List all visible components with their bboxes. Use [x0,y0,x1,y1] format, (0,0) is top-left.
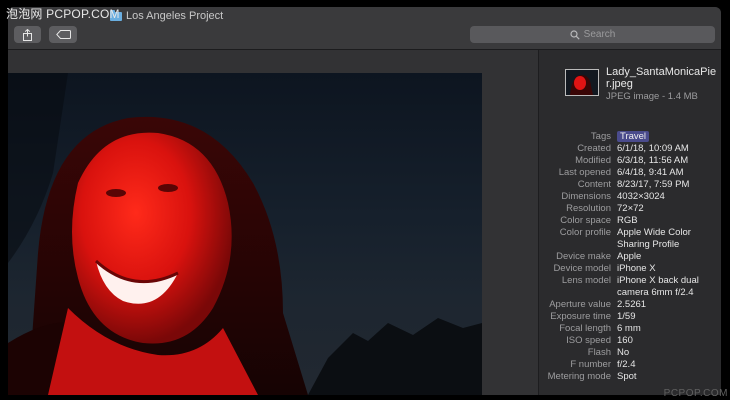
info-row-last-opened: Last opened 6/4/18, 9:41 AM [539,167,721,179]
info-label: Content [577,179,611,190]
info-row-color-profile: Color profile Apple Wide Color Sharing P… [539,227,721,251]
info-row-exposure-time: Exposure time 1/59 [539,311,721,323]
info-label: Focal length [559,323,611,334]
info-value: 4032×3024 [617,191,665,202]
info-label: Lens model [561,275,611,286]
info-value: 6 mm [617,323,641,334]
metadata-list: Tags Travel Created 6/1/18, 10:09 AM Mod… [539,131,721,383]
info-label: F number [570,359,611,370]
info-row-dimensions: Dimensions 4032×3024 [539,191,721,203]
info-row-modified: Modified 6/3/18, 11:56 AM [539,155,721,167]
screen: 泡泡网 PCPOP.COM Los Angeles Project Search… [0,0,730,400]
window-title-label: Los Angeles Project [126,10,224,22]
info-label: Flash [587,347,611,358]
info-value: Apple Wide Color Sharing Profile [617,227,691,250]
share-icon [23,28,32,41]
finder-window: Los Angeles Project Search Lady_SantaMon… [8,7,721,395]
preview-pane [8,50,538,395]
info-label: Metering mode [547,371,611,382]
info-label: Dimensions [561,191,611,202]
info-row-aperture-value: Aperture value 2.5261 [539,299,721,311]
info-row-focal-length: Focal length 6 mm [539,323,721,335]
info-row-resolution: Resolution 72×72 [539,203,721,215]
file-thumbnail [565,69,599,96]
info-row-device-make: Device make Apple [539,251,721,263]
info-value: 6/4/18, 9:41 AM [617,167,684,178]
info-value: 72×72 [617,203,644,214]
info-label: Device model [553,263,611,274]
info-row-created: Created 6/1/18, 10:09 AM [539,143,721,155]
info-value: f/2.4 [617,359,636,370]
info-row-f-number: F number f/2.4 [539,359,721,371]
magnifier-icon [570,29,580,40]
info-label: Last opened [558,167,611,178]
info-row-iso-speed: ISO speed 160 [539,335,721,347]
preview-photo [8,73,482,395]
info-value: 6/1/18, 10:09 AM [617,143,689,154]
info-value: Apple [617,251,642,262]
info-label: Resolution [566,203,611,214]
tag-icon [55,30,71,39]
info-label: Created [577,143,611,154]
info-label: Exposure time [550,311,611,322]
info-label: Modified [575,155,611,166]
info-value: 160 [617,335,633,346]
file-kind: JPEG image - 1.4 MB [606,91,698,102]
info-label: ISO speed [566,335,611,346]
info-label: Tags [590,131,611,142]
info-value: No [617,347,630,358]
info-row-flash: Flash No [539,347,721,359]
info-row-color-space: Color space RGB [539,215,721,227]
tag-pill[interactable]: Travel [617,131,650,142]
info-label: Color profile [559,227,611,238]
site-watermark: 泡泡网 PCPOP.COM [6,7,120,21]
info-value: Spot [617,371,637,382]
share-button[interactable] [14,26,41,43]
info-value: iPhone X back dual camera 6mm f/2.4 [617,275,699,298]
window-title: Los Angeles Project [110,9,224,22]
corner-watermark: PCPOP.COM [663,388,728,399]
tag-button[interactable] [49,26,77,43]
info-value: 2.5261 [617,299,647,310]
info-value: RGB [617,215,638,226]
search-field[interactable]: Search [470,26,715,43]
info-label: Aperture value [549,299,611,310]
info-value: 6/3/18, 11:56 AM [617,155,689,166]
info-value: iPhone X [617,263,656,274]
file-name: Lady_SantaMonicaPier.jpeg [606,66,717,90]
info-row-metering-mode: Metering mode Spot [539,371,721,383]
info-row-device-model: Device model iPhone X [539,263,721,275]
info-row-content: Content 8/23/17, 7:59 PM [539,179,721,191]
info-value: Travel [617,131,719,143]
info-row-tags: Tags Travel [539,131,721,143]
info-value: 1/59 [617,311,636,322]
search-placeholder: Search [583,29,616,40]
info-sidebar: Lady_SantaMonicaPier.jpeg JPEG image - 1… [539,50,721,395]
info-row-lens-model: Lens model iPhone X back dual camera 6mm… [539,275,721,299]
info-label: Color space [560,215,611,226]
info-label: Device make [556,251,611,262]
info-value: 8/23/17, 7:59 PM [617,179,690,190]
